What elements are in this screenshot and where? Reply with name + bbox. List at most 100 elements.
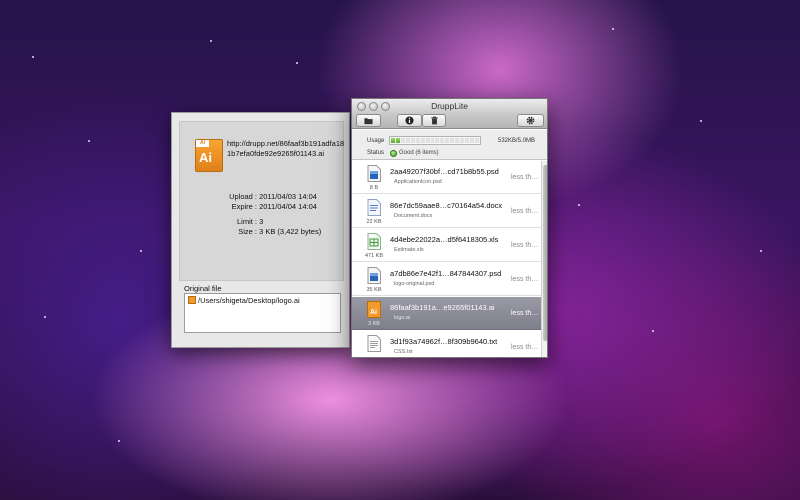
- file-size: 471 KB: [364, 253, 384, 259]
- expire-label: Expire :: [231, 202, 257, 211]
- usage-segment: [405, 138, 410, 143]
- file-expiry: less th…: [511, 174, 539, 181]
- vertical-scrollbar[interactable]: [541, 161, 547, 357]
- info-icon: [405, 116, 414, 125]
- info-button[interactable]: [397, 114, 422, 127]
- file-info-summary: AI Ai http://drupp.net/86faaf3b191adfa18…: [179, 121, 344, 281]
- star: [32, 56, 34, 58]
- file-list[interactable]: 8 B 2aa49207f30bf…cd71b8b55.psd Applicatio…: [352, 161, 541, 357]
- upload-label: Upload :: [229, 192, 257, 201]
- usage-segment: [395, 138, 400, 143]
- file-original-name: Document.docx: [394, 213, 433, 219]
- file-size: 35 KB: [366, 287, 382, 293]
- ai-file-icon: [188, 296, 196, 304]
- delete-button[interactable]: [422, 114, 446, 127]
- file-original-name: ApplicationIcon.psd: [394, 179, 442, 185]
- file-row[interactable]: 35 KB a7db86e7e42f1…847844307.psd logo-ori…: [352, 263, 541, 296]
- star: [760, 250, 762, 252]
- star: [578, 204, 580, 206]
- limit-row: Limit : 3: [226, 217, 263, 226]
- file-info-panel: AI Ai http://drupp.net/86faaf3b191adfa18…: [171, 112, 350, 348]
- psd-file-icon: [367, 267, 381, 284]
- usage-segment: [430, 138, 435, 143]
- docx-file-icon: [367, 199, 381, 216]
- scroll-thumb[interactable]: [543, 165, 547, 341]
- file-size: 22 KB: [366, 219, 382, 225]
- file-expiry: less th…: [511, 310, 539, 317]
- open-folder-button[interactable]: [356, 114, 381, 127]
- usage-segment: [410, 138, 415, 143]
- file-name: 86e7dc59aae8…c70164a54.docx: [390, 201, 503, 210]
- size-value: 3 KB (3,422 bytes): [259, 227, 322, 236]
- ai-file-icon: AI Ai: [195, 139, 223, 172]
- original-file-field[interactable]: /Users/shigeta/Desktop/logo.ai: [184, 293, 341, 333]
- expire-row: Expire : 2011/04/04 14:04: [226, 202, 317, 211]
- status-label: Status: [367, 150, 385, 156]
- txt-file-icon: [367, 335, 381, 352]
- usage-segment: [425, 138, 430, 143]
- usage-label: Usage: [367, 138, 385, 144]
- usage-text: 532KB/5.0MB: [498, 138, 536, 144]
- file-name: 4d4ebe22022a…d5f6418305.xls: [390, 235, 499, 244]
- size-row: Size : 3 KB (3,422 bytes): [226, 227, 321, 236]
- size-label: Size :: [238, 227, 257, 236]
- ai-icon-text: Ai: [199, 150, 212, 165]
- expire-value: 2011/04/04 14:04: [259, 202, 317, 211]
- usage-segment: [400, 138, 405, 143]
- file-size: 8 B: [369, 185, 379, 191]
- status-text: Good (6 items): [399, 150, 439, 156]
- file-expiry: less th…: [511, 208, 539, 215]
- file-row[interactable]: 471 KB 4d4ebe22022a…d5f6418305.xls Estimat…: [352, 229, 541, 262]
- file-original-name: Estimate.xls: [394, 247, 424, 253]
- star: [612, 28, 614, 30]
- upload-value: 2011/04/03 14:04: [259, 192, 317, 201]
- file-row[interactable]: 22 KB 86e7dc59aae8…c70164a54.docx Document…: [352, 195, 541, 228]
- usage-segment: [470, 138, 474, 143]
- star: [652, 330, 654, 332]
- file-name: a7db86e7e42f1…847844307.psd: [390, 269, 502, 278]
- usage-segment: [420, 138, 425, 143]
- usage-segment: [450, 138, 455, 143]
- status-ok-icon: [390, 150, 397, 157]
- original-file-label: Original file: [184, 284, 222, 293]
- star: [44, 316, 46, 318]
- ai-file-icon: Ai: [367, 301, 381, 318]
- file-name: 3d1f93a74962f…8f309b9640.txt: [390, 337, 498, 346]
- window-title: DruppLite: [431, 101, 468, 111]
- star: [700, 120, 702, 122]
- file-expiry: less th…: [511, 276, 539, 283]
- upload-row: Upload : 2011/04/03 14:04: [226, 192, 317, 201]
- file-size: 3 KB: [368, 321, 380, 327]
- usage-segment: [440, 138, 445, 143]
- usage-meter: [389, 136, 481, 145]
- xls-file-icon: [367, 233, 381, 250]
- file-original-name: CSS.txt: [394, 349, 413, 355]
- file-expiry: less th…: [511, 242, 539, 249]
- star: [88, 140, 90, 142]
- gear-icon: [526, 116, 535, 125]
- title-bar[interactable]: DruppLite: [352, 99, 547, 114]
- file-row[interactable]: Ai 3 KB 86faaf3b191a…e9265f01143.ai logo.ai…: [352, 297, 541, 330]
- usage-segment: [474, 138, 479, 143]
- star: [118, 440, 120, 442]
- toolbar: [352, 114, 547, 129]
- settings-button[interactable]: [517, 114, 544, 127]
- usage-segment: [445, 138, 450, 143]
- psd-file-icon: [367, 165, 381, 182]
- file-name: 86faaf3b191a…e9265f01143.ai: [390, 303, 495, 312]
- file-name: 2aa49207f30bf…cd71b8b55.psd: [390, 167, 499, 176]
- usage-segment: [415, 138, 420, 143]
- limit-value: 3: [259, 217, 264, 226]
- usage-segment: [435, 138, 440, 143]
- file-row[interactable]: 8 B 2aa49207f30bf…cd71b8b55.psd Applicatio…: [352, 161, 541, 194]
- file-expiry: less th…: [511, 344, 539, 351]
- status-area: Usage 532KB/5.0MB Status Good (6 items): [352, 130, 547, 160]
- limit-label: Limit :: [236, 217, 257, 226]
- original-file-path: /Users/shigeta/Desktop/logo.ai: [198, 296, 300, 305]
- usage-segment: [465, 138, 469, 143]
- file-original-name: logo.ai: [394, 315, 411, 321]
- ai-icon-tag: AI: [196, 140, 209, 147]
- file-row[interactable]: 3d1f93a74962f…8f309b9640.txt CSS.txt less …: [352, 331, 541, 357]
- share-url[interactable]: http://drupp.net/86faaf3b191adfa181b7efa…: [227, 139, 347, 159]
- folder-icon: [364, 118, 373, 125]
